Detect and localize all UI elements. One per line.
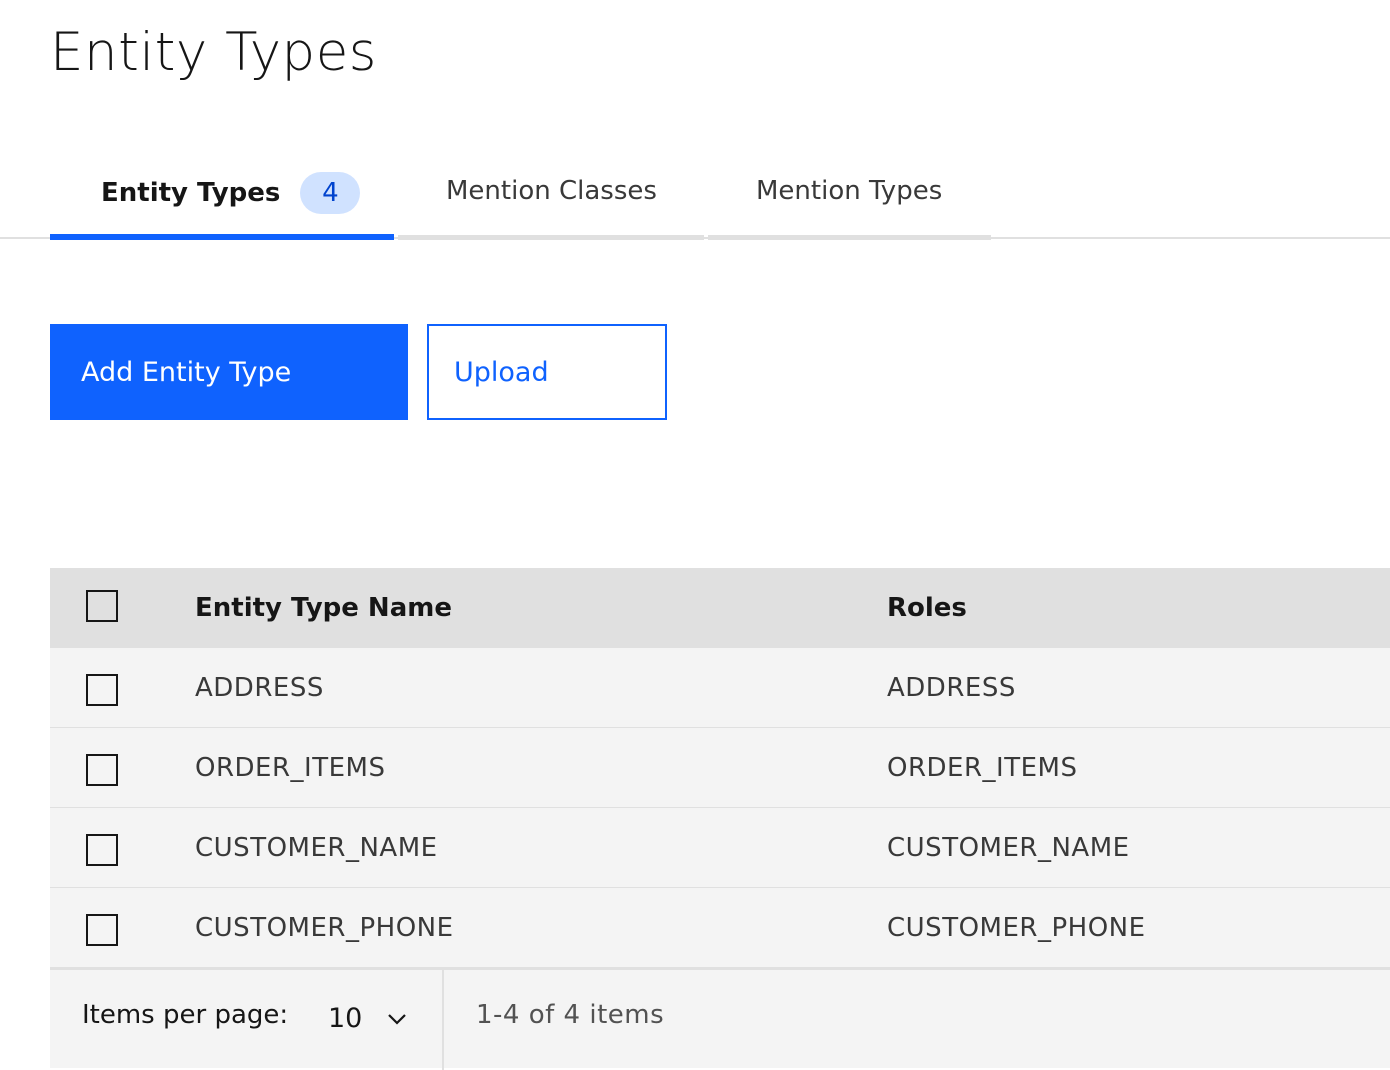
row-checkbox[interactable] <box>86 834 118 866</box>
tab-mention-classes[interactable]: Mention Classes <box>398 150 704 240</box>
table-row[interactable]: CUSTOMER_NAME CUSTOMER_NAME <box>50 808 1390 888</box>
row-checkbox[interactable] <box>86 754 118 786</box>
tab-indicator <box>398 235 704 240</box>
roles-cell: CUSTOMER_NAME <box>887 832 1130 863</box>
tab-label: Mention Classes <box>446 176 657 206</box>
column-header-roles[interactable]: Roles <box>887 568 967 648</box>
tab-label: Entity Types <box>101 178 281 208</box>
row-checkbox[interactable] <box>86 914 118 946</box>
upload-button[interactable]: Upload <box>427 324 667 420</box>
table-row[interactable]: ORDER_ITEMS ORDER_ITEMS <box>50 728 1390 808</box>
pagination-bar: Items per page: 10 1-4 of 4 items <box>50 968 1390 1070</box>
items-per-page-label: Items per page: <box>82 1000 289 1030</box>
add-entity-type-button[interactable]: Add Entity Type <box>50 324 408 420</box>
entity-type-name-cell: CUSTOMER_PHONE <box>195 912 454 943</box>
roles-cell: ORDER_ITEMS <box>887 752 1078 783</box>
tab-mention-types[interactable]: Mention Types <box>708 150 991 240</box>
tab-label: Mention Types <box>756 176 943 206</box>
entity-type-name-cell: CUSTOMER_NAME <box>195 832 438 863</box>
roles-cell: CUSTOMER_PHONE <box>887 912 1146 943</box>
table-header-row: Entity Type Name Roles <box>50 568 1390 648</box>
page-title: Entity Types <box>50 22 377 83</box>
roles-cell: ADDRESS <box>887 672 1016 703</box>
count-badge: 4 <box>300 172 361 214</box>
items-per-page-select[interactable]: 10 <box>318 988 442 1048</box>
tab-entity-types[interactable]: Entity Types 4 <box>50 150 394 240</box>
entity-type-name-cell: ORDER_ITEMS <box>195 752 386 783</box>
entity-types-table: Entity Type Name Roles ADDRESS ADDRESS O… <box>50 568 1390 968</box>
chevron-down-icon <box>388 1014 406 1025</box>
row-checkbox[interactable] <box>86 674 118 706</box>
table-row[interactable]: ADDRESS ADDRESS <box>50 648 1390 728</box>
table-row[interactable]: CUSTOMER_PHONE CUSTOMER_PHONE <box>50 888 1390 968</box>
pagination-range: 1-4 of 4 items <box>476 1000 665 1030</box>
pagination-divider <box>442 970 444 1070</box>
column-header-name[interactable]: Entity Type Name <box>195 568 452 648</box>
items-per-page-value: 10 <box>328 1002 363 1034</box>
tab-indicator <box>708 235 991 240</box>
tab-indicator <box>50 234 394 240</box>
entity-type-name-cell: ADDRESS <box>195 672 324 703</box>
select-all-checkbox[interactable] <box>86 590 118 622</box>
